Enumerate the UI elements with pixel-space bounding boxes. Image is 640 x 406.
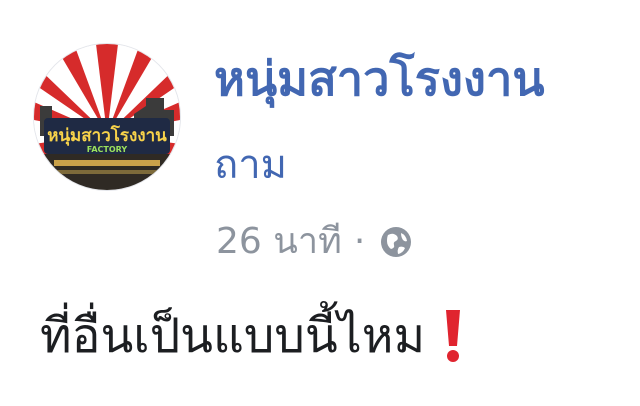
post-timestamp[interactable]: 26 นาที <box>216 224 342 260</box>
avatar-logo-subtext: FACTORY <box>87 145 128 154</box>
avatar-logo-image: หนุ่มสาวโรงงาน FACTORY <box>34 44 180 190</box>
page-avatar[interactable]: หนุ่มสาวโรงงาน FACTORY <box>34 44 180 190</box>
facebook-post: หนุ่มสาวโรงงาน FACTORY หนุ่มสาวโรงงาน ถา… <box>0 0 640 406</box>
post-subtitle-link[interactable]: ถาม <box>214 145 287 185</box>
red-exclamation-icon <box>443 308 463 364</box>
globe-icon[interactable] <box>379 225 413 259</box>
avatar-logo-text: หนุ่มสาวโรงงาน <box>47 125 167 146</box>
meta-separator: · <box>353 221 366 262</box>
post-body: ที่อื่นเป็นแบบนี้ไหม <box>40 308 463 364</box>
page-name-link[interactable]: หนุ่มสาวโรงงาน <box>214 56 544 103</box>
post-meta: 26 นาที · <box>216 224 413 260</box>
post-text: ที่อื่นเป็นแบบนี้ไหม <box>40 308 426 364</box>
